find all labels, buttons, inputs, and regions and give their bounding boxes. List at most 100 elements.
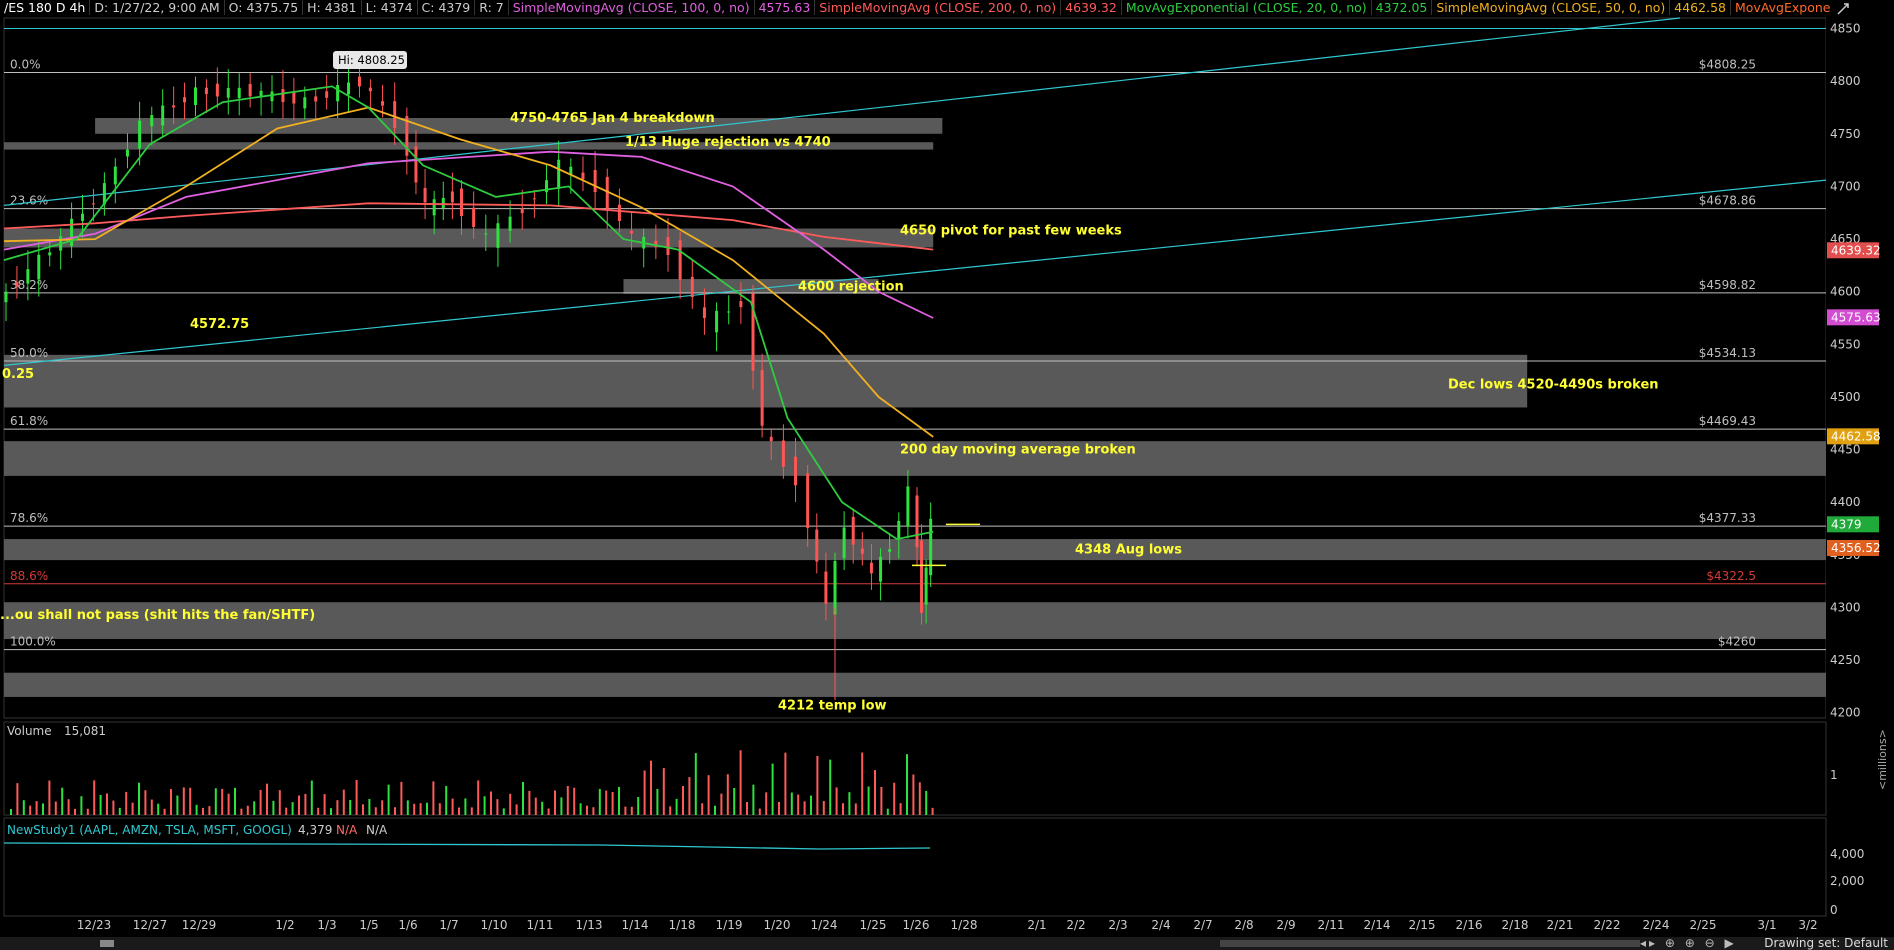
x-tick-label: 1/26 — [903, 918, 930, 932]
volume-bar — [445, 785, 448, 815]
candle-body — [414, 146, 418, 183]
volume-bar — [131, 802, 134, 815]
volume-bar — [22, 800, 25, 815]
fib-pct-label: 100.0% — [10, 635, 56, 649]
volume-bar — [771, 763, 774, 815]
volume-bar — [630, 806, 633, 815]
volume-bar — [592, 807, 595, 815]
volume-bar — [822, 800, 825, 815]
x-tick-label: 2/8 — [1234, 918, 1253, 932]
study-na: N/A — [336, 823, 358, 837]
volume-bar — [195, 804, 198, 815]
candle-body — [897, 520, 901, 540]
volume-bar — [317, 807, 320, 815]
volume-bar — [726, 774, 729, 815]
volume-bar — [560, 797, 563, 815]
candle-body — [593, 169, 597, 193]
y-tick-label: 4550 — [1830, 337, 1861, 351]
symbol-label[interactable]: /ES 180 D 4h — [0, 0, 91, 15]
scroll-thumb[interactable] — [1220, 940, 1640, 947]
volume-bar — [381, 800, 384, 815]
volume-bar — [413, 803, 416, 815]
volume-bar — [266, 783, 268, 815]
y-tick-label: 4850 — [1830, 22, 1861, 36]
volume-bar — [656, 788, 659, 815]
candle-body — [150, 115, 154, 127]
candle-body — [48, 252, 52, 256]
drawing-tool-icon[interactable] — [1830, 0, 1894, 18]
volume-bar — [765, 792, 768, 815]
candle-body — [325, 91, 329, 98]
volume-bar — [330, 808, 332, 815]
volume-bar — [579, 803, 582, 815]
price-badge-text: 4462.58 — [1831, 429, 1881, 443]
candle-body — [842, 527, 846, 559]
volume-bar — [157, 803, 160, 815]
candle-body — [888, 549, 892, 552]
candle-body — [794, 456, 798, 486]
volume-bar — [714, 805, 716, 815]
volume-bar — [106, 793, 108, 815]
y-tick-label: 4700 — [1830, 179, 1861, 193]
drawing-set-label[interactable]: Drawing set: Default — [1764, 936, 1888, 950]
volume-bar — [848, 792, 851, 815]
price-badge-text: 4639.32 — [1831, 243, 1881, 257]
x-tick-label: 1/2 — [275, 918, 294, 932]
study-legend-item[interactable]: SimpleMovingAvg (CLOSE, 200, 0, no) — [815, 0, 1062, 15]
x-tick-label: 1/6 — [398, 918, 417, 932]
volume-bar — [746, 801, 748, 815]
volume-bar — [362, 804, 364, 815]
zoom-controls[interactable]: ◂▸ ⊕ ⊕ ⊖ ▶ — [1640, 936, 1737, 950]
fib-price-label: $4260 — [1718, 635, 1756, 649]
chart-canvas[interactable]: 0.0% $4808.2523.6% $4678.8638.2% $4598.8250… — [0, 0, 1894, 950]
volume-bar — [899, 803, 902, 815]
study-title: NewStudy1 (AAPL, AMZN, TSLA, MSFT, GOOGL… — [7, 823, 292, 837]
study-value: 4,379 — [298, 823, 332, 837]
volume-bar — [733, 787, 736, 815]
volume-bar — [534, 797, 537, 815]
candle-body — [806, 473, 810, 528]
scroll-left-thumb[interactable] — [100, 940, 114, 947]
volume-bar — [483, 796, 486, 815]
volume-bar — [374, 807, 377, 815]
candle-body — [781, 440, 785, 467]
candle-body — [183, 97, 187, 103]
study-legend-item[interactable]: SimpleMovingAvg (CLOSE, 50, 0, no) — [1432, 0, 1671, 15]
volume-bar — [829, 759, 832, 815]
study-legend-item[interactable]: MovAvgExponential (CLOSE, 20, 0, no) — [1121, 0, 1372, 15]
zone-label: 4600 rejection — [798, 279, 904, 294]
volume-bar — [573, 787, 576, 815]
price-badge-text: 4575.63 — [1831, 310, 1881, 324]
fib-pct-label: 0.0% — [10, 57, 41, 71]
volume-bar — [438, 803, 441, 815]
volume-axis-label: <millions> — [1876, 729, 1889, 790]
volume-bar — [618, 786, 620, 815]
close-value: C: 4379 — [417, 0, 476, 15]
study-legend-item[interactable]: SimpleMovingAvg (CLOSE, 100, 0, no) — [508, 0, 755, 15]
volume-bar — [912, 774, 915, 815]
volume-bar — [458, 807, 460, 815]
study-legend-value: 4462.58 — [1670, 0, 1731, 15]
volume-bar — [797, 794, 800, 815]
volume-bar — [586, 805, 588, 815]
zone-label: 4348 Aug lows — [1075, 543, 1182, 558]
zone-label: 1/13 Huge rejection vs 4740 — [625, 135, 831, 150]
study-legend-item[interactable]: MovAvgExponential (CLOSE, 8, 0, no) — [1730, 0, 1830, 15]
fib-price-label: $4598.82 — [1699, 278, 1756, 292]
volume-bar — [509, 793, 512, 815]
candle-body — [484, 233, 488, 235]
volume-bar — [835, 787, 838, 815]
fib-price-label: $4322.5 — [1706, 569, 1756, 583]
x-tick-label: 2/25 — [1690, 918, 1717, 932]
high-value: H: 4381 — [303, 0, 362, 15]
volume-bar — [669, 806, 672, 815]
volume-bar — [810, 795, 812, 815]
volume-y-tick: 1 — [1830, 768, 1838, 782]
candle-body — [441, 197, 445, 209]
candle-body — [460, 188, 463, 217]
x-tick-label: 2/2 — [1066, 918, 1085, 932]
support-resistance-zone — [4, 354, 1528, 408]
x-tick-label: 2/18 — [1502, 918, 1529, 932]
volume-bar — [477, 780, 480, 815]
zone-label: ...ou shall not pass (shit hits the fan/… — [0, 608, 315, 623]
